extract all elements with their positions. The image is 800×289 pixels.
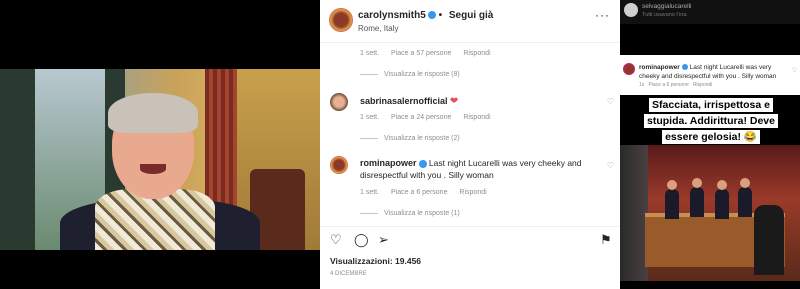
person-hair <box>108 93 198 133</box>
tv-person-head <box>717 180 727 190</box>
tv-person <box>738 187 752 217</box>
story-header: selvaggialucarelli Tutti usavano l'ora <box>620 0 800 24</box>
video-panel[interactable] <box>0 0 320 289</box>
send-icon[interactable]: ➢ <box>378 232 389 248</box>
verified-icon <box>681 64 688 71</box>
tv-person-head <box>740 178 750 188</box>
comment-icon[interactable]: ◯ <box>354 232 369 248</box>
reply-button[interactable]: Rispondi <box>463 114 490 121</box>
username-link[interactable]: carolynsmith5 <box>358 10 426 21</box>
view-replies-button[interactable]: Visualizza le risposte (2) <box>360 135 460 142</box>
tv-person-head <box>692 178 702 188</box>
avatar[interactable] <box>624 3 638 17</box>
embedded-time: 1s <box>639 82 645 88</box>
embedded-meta: 1s Piace a 6 persone Rispondi <box>639 82 712 88</box>
reply-button[interactable]: Rispondi <box>459 189 486 196</box>
bookmark-icon[interactable]: ⚑ <box>600 232 612 248</box>
post-username[interactable]: carolynsmith5 • Segui già <box>358 10 493 21</box>
embedded-comment: rominapower Last night Lucarelli was ver… <box>620 55 800 95</box>
view-replies-label: Visualizza le risposte (1) <box>384 210 460 217</box>
comment-username[interactable]: rominapower <box>360 158 417 168</box>
heart-icon: ♡ <box>791 68 797 74</box>
reply-button[interactable]: Rispondi <box>463 50 490 57</box>
tv-person <box>715 189 729 219</box>
like-comment-icon[interactable]: ♡ <box>607 161 614 170</box>
comment-time[interactable]: 1 sett. <box>360 189 379 196</box>
comment-time[interactable]: 1 sett. <box>360 50 379 57</box>
view-replies-label: Visualizza le risposte (2) <box>384 135 460 142</box>
heart-icon[interactable]: ♡ <box>330 232 342 248</box>
avatar[interactable] <box>330 93 348 111</box>
comment-time[interactable]: 1 sett. <box>360 114 379 121</box>
comment-meta: 1 sett. Piace a 57 persone Rispondi <box>360 50 501 57</box>
view-replies-label: Visualizza le risposte (8) <box>384 71 460 78</box>
comment-likes[interactable]: Piace a 24 persone <box>391 114 451 121</box>
story-caption-text: Sfacciata, irrispettosa e stupida. Addir… <box>644 98 778 144</box>
avatar[interactable] <box>329 8 353 32</box>
more-options-icon[interactable]: ··· <box>595 8 610 22</box>
post-header: carolynsmith5 • Segui già Rome, Italy ··… <box>320 0 620 43</box>
comment-body: rominapower Last night Lucarelli was ver… <box>360 157 590 181</box>
follow-button[interactable]: Segui già <box>449 10 493 21</box>
comment-likes[interactable]: Piace a 57 persone <box>391 50 451 57</box>
dot-separator: • <box>438 10 443 21</box>
story-caption: Sfacciata, irrispettosa e stupida. Addir… <box>634 97 788 145</box>
embedded-username: rominapower <box>639 64 680 71</box>
view-replies-button[interactable]: Visualizza le risposte (8) <box>360 71 460 78</box>
action-bar: ♡ ◯ ➢ ⚑ <box>320 226 620 249</box>
comment-meta: 1 sett. Piace a 6 persone Rispondi <box>360 189 497 196</box>
replies-line <box>360 212 378 214</box>
view-replies-button[interactable]: Visualizza le risposte (1) <box>360 210 460 217</box>
verified-icon <box>418 159 427 168</box>
story-username[interactable]: selvaggialucarelli <box>642 3 692 10</box>
tv-foreground-figure <box>620 145 648 281</box>
view-count[interactable]: Visualizzazioni: 19.456 <box>330 256 421 266</box>
avatar <box>623 63 635 75</box>
tv-person-head <box>667 180 677 190</box>
person-mouth <box>140 164 166 174</box>
video-frame[interactable] <box>0 69 320 250</box>
like-comment-icon[interactable]: ♡ <box>607 97 614 106</box>
embedded-likes: Piace a 6 persone <box>648 82 689 88</box>
story-panel: selvaggialucarelli Tutti usavano l'ora r… <box>620 0 800 289</box>
comment-body: sabrinasalernofficial ❤ <box>360 95 458 108</box>
window-frame <box>0 69 35 250</box>
avatar[interactable] <box>330 156 348 174</box>
comments-panel: carolynsmith5 • Segui già Rome, Italy ··… <box>320 0 620 289</box>
replies-line <box>360 73 378 75</box>
tv-standing-figure <box>754 205 784 275</box>
heart-emoji: ❤ <box>449 96 459 107</box>
comment-meta: 1 sett. Piace a 24 persone Rispondi <box>360 114 501 121</box>
post-location[interactable]: Rome, Italy <box>358 24 398 33</box>
comment-username[interactable]: sabrinasalernofficial <box>360 96 448 106</box>
tv-person <box>665 189 679 219</box>
replies-line <box>360 137 378 139</box>
embedded-reply: Rispondi <box>692 82 713 88</box>
story-subtitle: Tutti usavano l'ora <box>642 12 687 18</box>
comment-likes[interactable]: Piace a 6 persone <box>391 189 447 196</box>
post-date: 4 DICEMBRE <box>330 271 367 277</box>
tv-studio-image <box>620 145 800 281</box>
embedded-comment-text: rominapower Last night Lucarelli was ver… <box>639 63 789 81</box>
tv-person <box>690 187 704 217</box>
verified-icon <box>427 11 436 20</box>
